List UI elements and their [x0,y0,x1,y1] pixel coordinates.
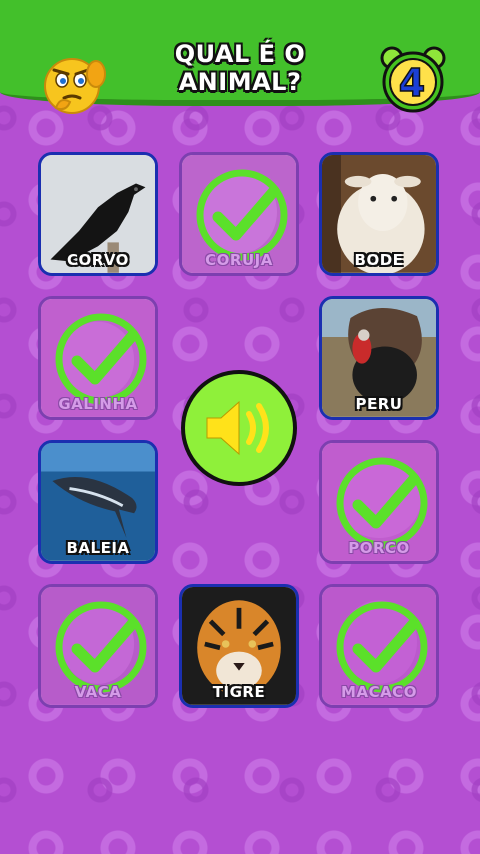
tile-label: MACACO [341,683,417,701]
countdown-number: 4 [399,61,425,105]
speaker-icon [206,400,269,456]
checkmark-icon [336,457,428,549]
tile-label: BALEIA [66,539,130,557]
checkmark-icon [55,601,147,693]
thinking-face-icon [44,58,106,114]
tile-macaco[interactable]: MACACO [319,584,439,708]
checkmark-icon [336,601,428,693]
checkmark-icon [196,169,288,261]
tile-label: PERU [355,395,403,413]
tile-bode[interactable]: BODE [319,152,439,276]
tile-label: CORUJA [205,251,273,269]
page-title: QUAL É O ANIMAL? [120,40,360,96]
play-sound-button[interactable] [181,370,297,486]
title-line-2: ANIMAL? [178,68,302,96]
title-line-1: QUAL É O [174,40,306,68]
tile-tigre[interactable]: TIGRE [179,584,299,708]
tile-label: BODE [354,251,404,269]
tile-coruja[interactable]: CORUJA [179,152,299,276]
tile-peru[interactable]: PERU [319,296,439,420]
tile-galinha[interactable]: GALINHA [38,296,158,420]
tile-label: GALINHA [58,395,138,413]
tile-label: TIGRE [212,683,266,701]
alarm-clock-icon: 4 [380,46,446,113]
tile-baleia[interactable]: BALEIA [38,440,158,564]
tile-corvo[interactable]: CORVO [38,152,158,276]
tile-porco[interactable]: PORCO [319,440,439,564]
tile-label: VACA [74,683,122,701]
tile-vaca[interactable]: VACA [38,584,158,708]
tile-label: PORCO [348,539,410,557]
tile-label: CORVO [67,251,129,269]
checkmark-icon [55,313,147,405]
